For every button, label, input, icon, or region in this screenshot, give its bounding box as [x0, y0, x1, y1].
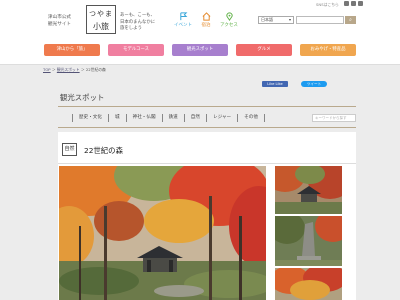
tab-castle[interactable]: 城: [107, 113, 126, 122]
nav-access[interactable]: アクセス: [218, 12, 240, 28]
main-photo[interactable]: [59, 166, 266, 300]
tab-other[interactable]: その他: [237, 113, 265, 122]
tagline: あーも、こーも、 日本のまんなかに 旅をしよう: [120, 13, 155, 33]
thumbnail-1[interactable]: [275, 166, 342, 214]
thumbnail-2[interactable]: [275, 216, 342, 266]
logo-line: つやま: [89, 10, 113, 18]
map-pin-icon: [225, 12, 233, 21]
forest-hut-photo: [275, 166, 342, 214]
tab-leisure[interactable]: レジャー: [205, 113, 237, 122]
tagline-line: 旅をしよう: [120, 26, 142, 31]
sns-label: SNSはこちら: [316, 2, 339, 7]
nav-label: イベント: [174, 23, 192, 28]
tab-shrine[interactable]: 神社・仏閣: [125, 113, 162, 122]
tagline-line: あーも、こーも、: [120, 13, 155, 18]
nav-stay[interactable]: 宿泊: [195, 12, 217, 28]
spot-category-tabs: 歴史・文化 城 神社・仏閣 鉄道 自然 レジャー その他: [72, 111, 265, 124]
nav-label: アクセス: [220, 23, 238, 28]
nav-label: 宿泊: [201, 23, 211, 28]
facebook-like-button[interactable]: Like Like: [262, 81, 288, 87]
category-nav: 津山から「旅」 モデルコース 観光スポット グルメ おみやげ・特産品: [0, 44, 400, 57]
autumn-forest-photo: [59, 166, 266, 300]
spot-title: 22世紀の森: [84, 146, 123, 155]
divider: [58, 163, 356, 164]
category-model-course[interactable]: モデルコース: [108, 44, 164, 56]
stone-monument-photo: [275, 216, 342, 266]
tab-nature[interactable]: 自然: [183, 113, 206, 122]
category-travel[interactable]: 津山から「旅」: [44, 44, 100, 56]
breadcrumb-current: 22世紀の森: [85, 67, 106, 72]
breadcrumb-home[interactable]: TOP: [43, 67, 51, 72]
breadcrumb-sightseeing[interactable]: 観光スポット: [57, 67, 80, 72]
category-gourmet[interactable]: グルメ: [236, 44, 292, 56]
breadcrumb: TOP ＞ 観光スポット ＞ 22世紀の森: [43, 67, 106, 72]
category-sightseeing[interactable]: 観光スポット: [172, 44, 228, 56]
language-select[interactable]: 日本語: [258, 16, 294, 24]
magnifier-icon: ⌕: [349, 17, 352, 23]
site-subtitle-line: 津山市公式: [48, 15, 71, 20]
logo-line: 小旅: [93, 22, 109, 31]
autumn-trees-photo: [275, 268, 342, 300]
divider: [58, 127, 356, 128]
instagram-icon[interactable]: [358, 1, 363, 6]
tab-history[interactable]: 歴史・文化: [72, 113, 108, 122]
search-input[interactable]: [296, 16, 344, 24]
page-title: 観光スポット: [60, 93, 105, 102]
nav-event[interactable]: イベント: [172, 12, 194, 28]
twitter-icon[interactable]: [351, 1, 356, 6]
thumbnail-3[interactable]: [275, 268, 342, 300]
tab-railway[interactable]: 鉄道: [161, 113, 184, 122]
site-header: 津山市公式 観光サイト つやま 小旅 あーも、こーも、 日本のまんなかに 旅をし…: [0, 0, 400, 40]
facebook-icon[interactable]: [344, 1, 349, 6]
search-button[interactable]: ⌕: [345, 16, 356, 24]
sns-links: [344, 1, 363, 6]
site-subtitle: 津山市公式 観光サイト: [48, 14, 71, 28]
house-icon: [202, 12, 210, 21]
category-badge: 自然: [62, 143, 77, 156]
divider: [58, 106, 356, 107]
tagline-line: 日本のまんなかに: [120, 19, 156, 25]
site-logo[interactable]: つやま 小旅: [86, 5, 116, 34]
keyword-search-input[interactable]: キーワードから探す: [312, 114, 356, 122]
category-souvenir[interactable]: おみやげ・特産品: [300, 44, 356, 56]
site-subtitle-line: 観光サイト: [48, 22, 71, 27]
flag-icon: [179, 12, 187, 21]
tweet-button[interactable]: ツイート: [301, 81, 327, 87]
